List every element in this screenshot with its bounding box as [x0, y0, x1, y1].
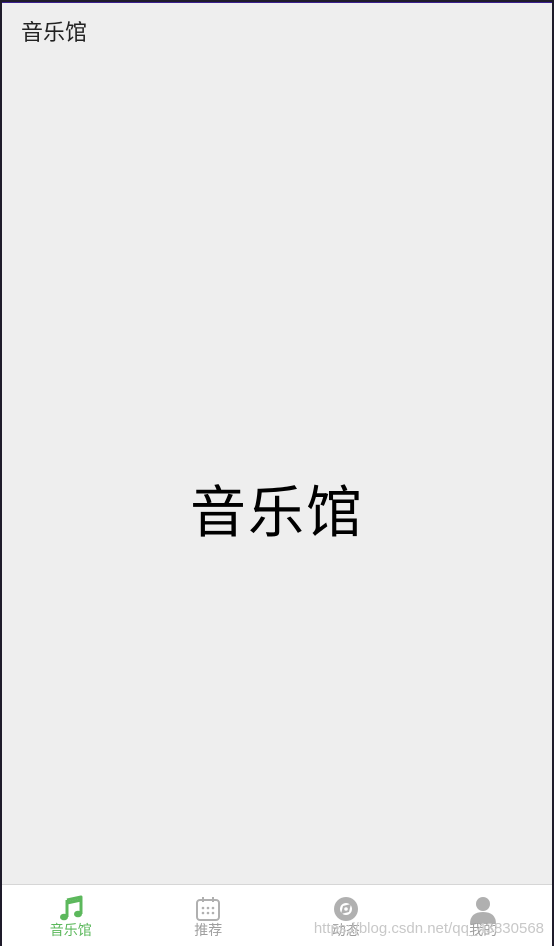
app-bar: 音乐馆 — [2, 3, 552, 63]
bottom-navigation: 音乐馆 推荐 动态 我的 — [2, 884, 552, 946]
music-note-icon — [59, 895, 83, 921]
nav-item-mine[interactable]: 我的 — [415, 885, 553, 946]
nav-label-music-hall: 音乐馆 — [49, 923, 92, 939]
main-content: 音乐馆 — [2, 63, 552, 885]
calendar-icon — [196, 897, 221, 921]
nav-item-feed[interactable]: 动态 — [277, 885, 415, 946]
disc-icon — [333, 897, 358, 921]
nav-label-recommend: 推荐 — [194, 923, 223, 939]
person-icon — [470, 897, 497, 924]
nav-label-mine: 我的 — [469, 923, 498, 939]
nav-label-feed: 动态 — [331, 923, 360, 939]
app-bar-title: 音乐馆 — [21, 21, 88, 46]
nav-item-recommend[interactable]: 推荐 — [140, 885, 278, 946]
app-screen: 音乐馆 音乐馆 音乐馆 推荐 动态 我的 https://blog.csdn.n… — [2, 2, 552, 946]
page-title: 音乐馆 — [190, 480, 364, 546]
nav-item-music-hall[interactable]: 音乐馆 — [2, 885, 140, 946]
